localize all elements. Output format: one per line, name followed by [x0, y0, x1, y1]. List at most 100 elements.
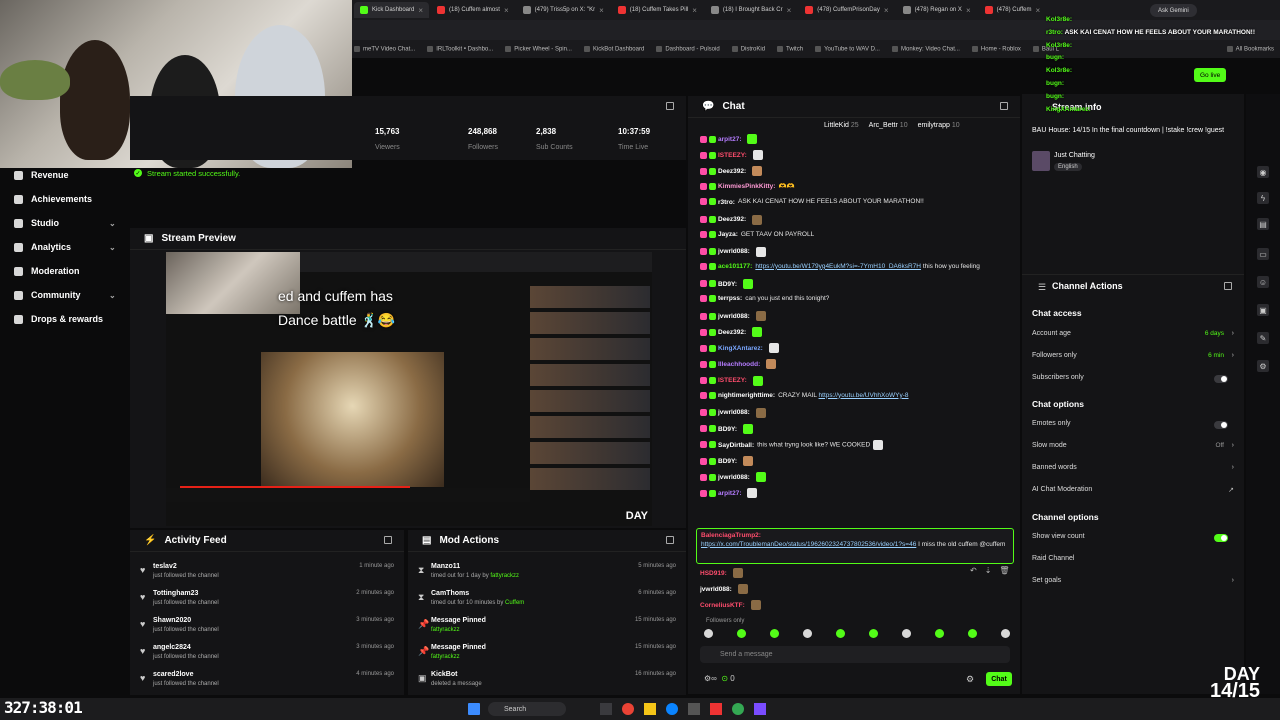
close-icon[interactable]: ×: [504, 6, 509, 15]
gear-icon[interactable]: ⚙: [966, 674, 974, 685]
chat-username[interactable]: HSD919:: [700, 570, 727, 577]
wrench-icon[interactable]: ✎: [1257, 332, 1269, 344]
account-age-row[interactable]: Account age 6 days ›: [1032, 330, 1234, 342]
camera-icon[interactable]: ◉: [1257, 166, 1269, 178]
close-icon[interactable]: ×: [599, 6, 604, 15]
taskview-icon[interactable]: [600, 703, 612, 715]
bookmark-item[interactable]: Twitch: [777, 46, 803, 52]
popout-icon[interactable]: [666, 102, 674, 110]
show-view-count-toggle[interactable]: [1214, 534, 1228, 542]
browser-tab[interactable]: (478) Regan on X ×: [897, 2, 977, 18]
emote-icon[interactable]: [737, 629, 746, 638]
popout-icon[interactable]: [1224, 282, 1232, 290]
sidebar-item-revenue[interactable]: Revenue: [14, 170, 69, 180]
top-gifter[interactable]: Arc_Bettr 10: [869, 122, 908, 129]
trash-icon[interactable]: 🗑: [999, 566, 1009, 575]
stream-preview-video[interactable]: ed and cuffem has Dance battle 🕺😂 DAY: [166, 252, 652, 526]
browser-tab[interactable]: Kick Dashboard ×: [354, 2, 430, 18]
popout-icon[interactable]: [1000, 102, 1008, 110]
chat-username[interactable]: SayDirtball:: [718, 442, 754, 449]
emote-icon[interactable]: [968, 629, 977, 638]
sidebar-item-moderation[interactable]: Moderation: [14, 266, 80, 276]
edge-icon[interactable]: [666, 703, 678, 715]
chat-link[interactable]: https://youtu.be/W179yg4EukM?si=-7YmH10_…: [755, 263, 921, 270]
close-icon[interactable]: ×: [418, 6, 423, 15]
close-icon[interactable]: ×: [966, 6, 971, 15]
mod-action-name[interactable]: CamThoms: [431, 590, 469, 597]
chat-username[interactable]: Illeachhoodd:: [718, 361, 760, 368]
subscribers-only-row[interactable]: Subscribers only: [1032, 374, 1234, 386]
close-icon[interactable]: ×: [787, 6, 792, 15]
set-goals-row[interactable]: Set goals ›: [1032, 577, 1234, 589]
follower-name[interactable]: Tottingham23: [153, 590, 198, 597]
emote-icon[interactable]: [869, 629, 878, 638]
mod-action-name[interactable]: Message Pinned: [431, 644, 486, 651]
follower-name[interactable]: teslav2: [153, 563, 177, 570]
moderator-name[interactable]: fattyrackzz: [490, 573, 519, 579]
chat-icon[interactable]: ▭: [1257, 248, 1269, 260]
chat-username[interactable]: jvwrld088:: [718, 313, 750, 320]
emote-icon[interactable]: [803, 629, 812, 638]
emote-icon[interactable]: [836, 629, 845, 638]
follower-name[interactable]: scared2love: [153, 671, 193, 678]
chat-username[interactable]: CorneliusKTF:: [700, 602, 745, 609]
emote-icon[interactable]: [935, 629, 944, 638]
chat-username[interactable]: jvwrld088:: [718, 248, 750, 255]
sidebar-item-drops-rewards[interactable]: Drops & rewards: [14, 314, 103, 324]
chat-send-button[interactable]: Chat: [986, 672, 1012, 686]
browser-tab[interactable]: (479) Triss5p on X: "Kr ×: [517, 2, 610, 18]
popout-icon[interactable]: [666, 536, 674, 544]
users-icon[interactable]: ☺: [1257, 276, 1269, 288]
bookmark-item[interactable]: KickBot Dashboard: [584, 46, 644, 52]
browser-tab[interactable]: (478) CuffemPrisonDay ×: [799, 2, 894, 18]
chat-username[interactable]: BD9Y:: [718, 426, 737, 433]
browser-tab[interactable]: (18) Cuffem Takes Pill ×: [612, 2, 703, 18]
chat-username[interactable]: KingXAntarez:: [718, 345, 763, 352]
sidebar-item-studio[interactable]: Studio ⌄: [14, 218, 116, 228]
chat-username[interactable]: nightimerighttime:: [718, 392, 775, 399]
close-icon[interactable]: ×: [884, 6, 889, 15]
chat-username[interactable]: r3tro:: [718, 199, 735, 206]
bookmark-item[interactable]: YouTube to WAV D...: [815, 46, 880, 52]
slow-mode-row[interactable]: Slow mode Off ›: [1032, 442, 1234, 454]
bookmark-item[interactable]: IRLToolkit • Dashbo...: [427, 46, 493, 52]
chat-username[interactable]: ace101177:: [718, 263, 752, 270]
mod-action-name[interactable]: Manzo11: [431, 563, 460, 570]
browser-tab[interactable]: (18) I Brought Back Cr ×: [705, 2, 797, 18]
chat-username[interactable]: terrpss:: [718, 295, 742, 302]
sidebar-item-achievements[interactable]: Achievements: [14, 194, 92, 204]
moderator-name[interactable]: Cuffem: [505, 600, 524, 606]
chat-username[interactable]: Deez392:: [718, 216, 746, 223]
banned-words-row[interactable]: Banned words ›: [1032, 464, 1234, 476]
chat-username[interactable]: BalenciagaTrump2:: [701, 532, 761, 539]
pin-icon[interactable]: ⇣: [985, 566, 992, 575]
chat-username[interactable]: ISTEEZY:: [718, 152, 747, 159]
emote-icon[interactable]: [1001, 629, 1010, 638]
sidebar-item-analytics[interactable]: Analytics ⌄: [14, 242, 116, 252]
top-gifter[interactable]: emilytrapp 10: [918, 122, 960, 129]
chat-username[interactable]: BD9Y:: [718, 458, 737, 465]
chat-link[interactable]: https://youtu.be/UVhhXoWYy-8: [819, 392, 909, 399]
followers-only-row[interactable]: Followers only 6 min ›: [1032, 352, 1234, 364]
ai-moderation-row[interactable]: AI Chat Moderation ↗: [1032, 486, 1234, 498]
emote-icon[interactable]: [902, 629, 911, 638]
chat-message-input[interactable]: Send a message: [700, 646, 1010, 663]
chat-username[interactable]: arpit27:: [718, 136, 741, 143]
emotes-only-row[interactable]: Emotes only: [1032, 420, 1234, 432]
reply-icon[interactable]: ↶: [970, 566, 977, 575]
taskbar-search[interactable]: Search: [488, 702, 566, 716]
mod-action-name[interactable]: KickBot: [431, 671, 457, 678]
popout-icon[interactable]: [384, 536, 392, 544]
app-icon[interactable]: [688, 703, 700, 715]
chat-username[interactable]: Deez392:: [718, 168, 746, 175]
chat-username[interactable]: jvwrld088:: [718, 409, 750, 416]
bookmark-item[interactable]: meTV Video Chat...: [354, 46, 415, 52]
app-icon[interactable]: [754, 703, 766, 715]
moderator-name[interactable]: fattyrackzz: [431, 627, 460, 633]
app-icon[interactable]: [710, 703, 722, 715]
chat-points[interactable]: ⚙∞ ⊙ 0: [704, 674, 735, 683]
chat-username[interactable]: BD9Y:: [718, 281, 737, 288]
top-gifter[interactable]: LittleKid 25: [824, 122, 859, 129]
chat-username[interactable]: arpit27:: [718, 490, 741, 497]
emote-icon[interactable]: [770, 629, 779, 638]
